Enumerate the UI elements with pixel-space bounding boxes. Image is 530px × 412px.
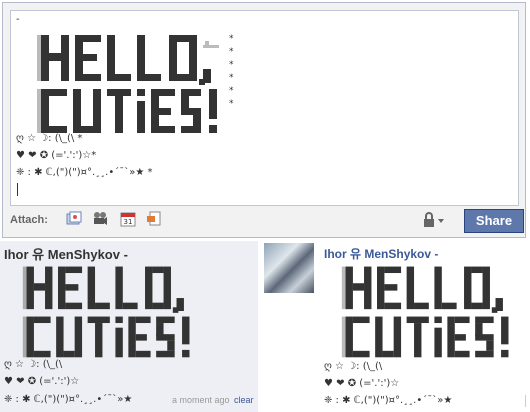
lock-icon[interactable] (422, 212, 446, 228)
deco-line-2: ♥ ❤ ✪ (='.':')☆ (4, 376, 80, 387)
deco-line-3: ❈ : ✱ ℂ,(")(")¤°.¸¸.•´¯`»★ (4, 394, 133, 405)
star-column: * * * * * * (229, 33, 234, 111)
star: * (229, 73, 234, 83)
page: - * * * * * * ღ ☆ ☽: (\_(\ * ♥ ❤ ✪ (='.'… (0, 0, 530, 412)
star: * (229, 34, 234, 44)
photo-icon[interactable] (66, 211, 82, 227)
deco-line-3: ❈ : ✱ ℂ,(")(")¤°.¸¸.•´¯`»★ * (16, 167, 153, 178)
clear-link[interactable]: clear (234, 395, 254, 405)
hello-cuties-ascii-art (37, 35, 219, 133)
status-textarea[interactable]: - * * * * * * ღ ☆ ☽: (\_(\ * ♥ ❤ ✪ (='.'… (10, 10, 519, 206)
deco-line-1: ღ ☆ ☽: (\_(\ (4, 359, 63, 370)
star: * (229, 60, 234, 70)
status-composer: - * * * * * * ღ ☆ ☽: (\_(\ * ♥ ❤ ✪ (='.'… (2, 2, 526, 238)
hello-cuties-ascii-art (22, 266, 190, 358)
leading-dash: - (16, 14, 20, 25)
post-preview-right: Ihor 유 MenShykov - ღ ☆ ☽: (\_(\ ♥ ❤ ✪ (=… (261, 241, 530, 412)
svg-text:31: 31 (124, 218, 133, 226)
post-timestamp: a moment ago (172, 395, 230, 405)
event-icon[interactable]: 31 (120, 211, 136, 227)
video-icon[interactable] (92, 211, 108, 227)
share-button[interactable]: Share (464, 209, 524, 233)
attach-bar: Attach: 31 Share (10, 209, 524, 233)
star: * (229, 86, 234, 96)
post-author[interactable]: Ihor 유 MenShykov - (324, 245, 438, 262)
link-icon[interactable] (146, 211, 162, 227)
attach-label: Attach: (10, 214, 48, 226)
scrollbar-edge (525, 395, 529, 407)
text-cursor (17, 183, 18, 196)
deco-line-2: ♥ ❤ ✪ (='.':')☆ (324, 378, 400, 389)
post-preview-left: Ihor 유 MenShykov - ღ ☆ ☽: (\_(\ ♥ ❤ ✪ (=… (0, 241, 258, 412)
avatar[interactable] (264, 243, 314, 293)
deco-line-3: ❈ : ✱ ℂ,(")(")¤°.¸¸.•´¯`»★ (324, 395, 453, 406)
deco-line-1: ღ ☆ ☽: (\_(\ * (16, 133, 83, 144)
hello-cuties-ascii-art (341, 266, 509, 358)
deco-line-1: ღ ☆ ☽: (\_(\ (324, 361, 383, 372)
deco-line-2: ♥ ❤ ✪ (='.':')☆* (16, 150, 97, 161)
star: * (229, 99, 234, 109)
star: * (229, 47, 234, 57)
